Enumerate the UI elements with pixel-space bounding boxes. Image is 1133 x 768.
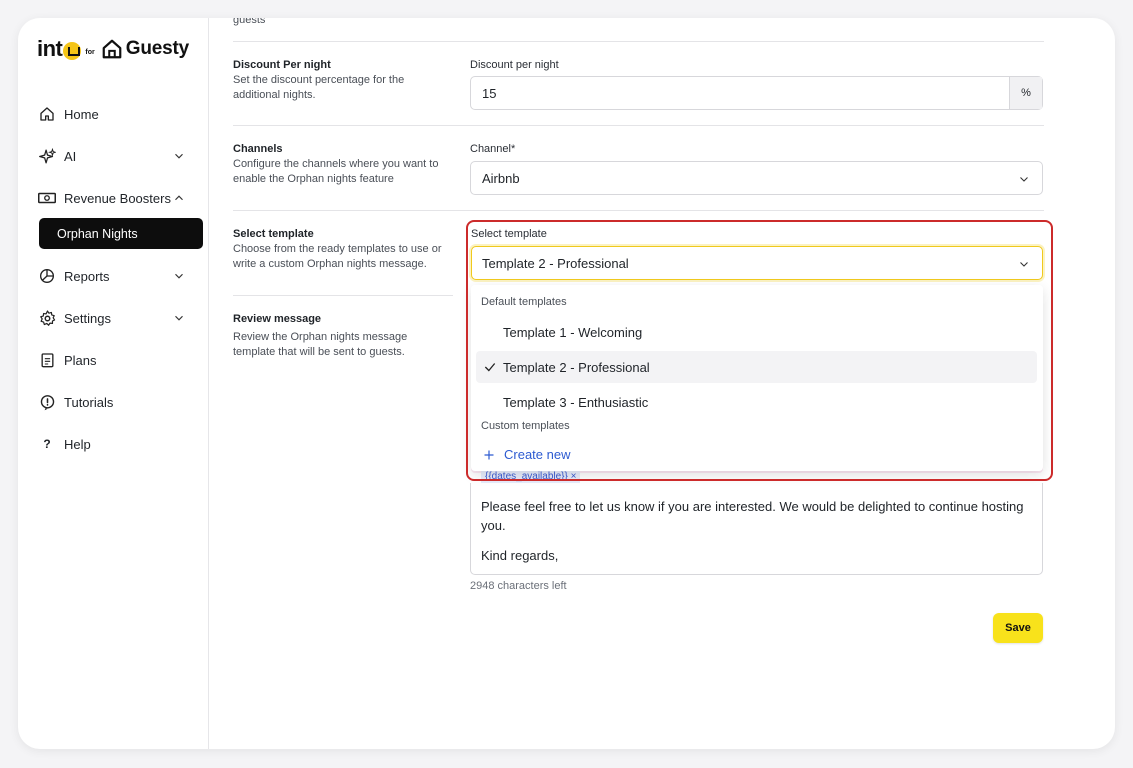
logo-int-text: int <box>37 36 63 61</box>
sparkle-icon <box>38 147 56 165</box>
save-button[interactable]: Save <box>993 613 1043 643</box>
guesty-house-icon <box>102 39 122 59</box>
option-label: Template 2 - Professional <box>503 359 650 375</box>
template-select[interactable]: Template 2 - Professional <box>471 246 1043 280</box>
sidebar-item-label: Plans <box>64 352 97 368</box>
chevron-down-icon[interactable] <box>172 311 186 325</box>
channel-field-label: Channel* <box>470 143 516 155</box>
sidebar-item-orphan-nights[interactable]: Orphan Nights <box>39 218 203 249</box>
template-option-enthusiastic[interactable]: Template 3 - Enthusiastic <box>476 386 1037 418</box>
discount-input[interactable]: 15 % <box>470 76 1043 110</box>
review-section-title: Review message <box>233 313 322 325</box>
sidebar-item-settings[interactable]: Settings <box>38 306 186 330</box>
sidebar-item-label: Revenue Boosters <box>64 190 171 206</box>
divider <box>233 295 453 296</box>
channels-section-title: Channels <box>233 143 283 155</box>
lightbulb-icon <box>38 393 56 411</box>
option-label: Template 3 - Enthusiastic <box>503 394 649 410</box>
logo-house-mark <box>63 42 82 60</box>
logo: int for Guesty <box>37 36 189 62</box>
chevron-up-icon[interactable] <box>172 191 186 205</box>
banknote-icon <box>38 189 56 207</box>
template-dropdown-menu: Default templates Template 1 - Welcoming… <box>471 285 1043 471</box>
home-icon <box>38 105 56 123</box>
chevron-down-icon <box>1020 177 1028 182</box>
divider <box>233 210 1044 211</box>
message-paragraph: Please feel free to let us know if you a… <box>481 499 1024 533</box>
default-templates-group-label: Default templates <box>481 296 567 308</box>
gear-icon <box>38 309 56 327</box>
previous-section-fragment: guests <box>233 18 266 26</box>
sidebar-item-label: Help <box>64 436 91 452</box>
question-icon: ? <box>43 437 51 451</box>
template-value: Template 2 - Professional <box>482 255 629 271</box>
channel-value: Airbnb <box>482 170 520 186</box>
create-new-template-button[interactable]: Create new <box>483 447 570 462</box>
sidebar-item-label: Tutorials <box>64 394 114 410</box>
divider <box>233 41 1044 42</box>
custom-templates-group-label: Custom templates <box>481 420 570 432</box>
message-editor[interactable]: Please feel free to let us know if you a… <box>470 483 1043 575</box>
main-content: guests Discount Per night Set the discou… <box>210 18 1115 749</box>
clipboard-icon <box>38 351 56 369</box>
check-icon <box>484 363 496 372</box>
channel-select[interactable]: Airbnb <box>470 161 1043 195</box>
chevron-down-icon <box>1020 262 1028 267</box>
sidebar-item-label: Home <box>64 106 99 122</box>
chevron-down-icon[interactable] <box>172 149 186 163</box>
sidebar-item-plans[interactable]: Plans <box>38 348 186 372</box>
option-label: Template 1 - Welcoming <box>503 324 643 340</box>
divider <box>233 125 1044 126</box>
review-section-description: Review the Orphan nights message templat… <box>233 331 408 358</box>
channels-section-description: Configure the channels where you want to… <box>233 158 439 185</box>
app-window: int for Guesty Home AI Revenue Boosters … <box>18 18 1115 749</box>
discount-section-description: Set the discount percentage for the addi… <box>233 74 405 101</box>
template-section-description: Choose from the ready templates to use o… <box>233 243 442 270</box>
sidebar-item-label: AI <box>64 148 77 164</box>
sidebar-item-label: Settings <box>64 310 111 326</box>
template-section-title: Select template <box>233 228 314 240</box>
create-new-label: Create new <box>504 447 571 462</box>
discount-section-title: Discount Per night <box>233 59 331 71</box>
logo-guesty-text: Guesty <box>125 38 189 59</box>
sidebar-item-reports[interactable]: Reports <box>38 264 186 288</box>
sidebar-item-label: Reports <box>64 268 110 284</box>
plus-icon <box>484 450 494 459</box>
message-paragraph: Kind regards, <box>481 548 559 563</box>
discount-value: 15 <box>482 85 497 101</box>
sidebar-item-ai[interactable]: AI <box>38 144 186 168</box>
sidebar-item-home[interactable]: Home <box>38 102 186 126</box>
discount-field-label: Discount per night <box>470 59 559 71</box>
characters-left-counter: 2948 characters left <box>470 580 567 592</box>
sidebar-item-help[interactable]: ? Help <box>38 432 186 456</box>
pie-chart-icon <box>38 267 56 285</box>
template-field-label: Select template <box>471 228 547 240</box>
sidebar: int for Guesty Home AI Revenue Boosters … <box>18 18 209 749</box>
template-option-professional[interactable]: Template 2 - Professional <box>476 351 1037 383</box>
dates-available-token[interactable]: {{dates_available}} × <box>481 471 581 483</box>
sidebar-item-revenue-boosters[interactable]: Revenue Boosters <box>38 186 186 210</box>
percent-suffix: % <box>1009 77 1042 109</box>
chevron-down-icon[interactable] <box>172 269 186 283</box>
sidebar-item-tutorials[interactable]: Tutorials <box>38 390 186 414</box>
logo-for-text: for <box>85 48 95 56</box>
template-option-welcoming[interactable]: Template 1 - Welcoming <box>476 316 1037 348</box>
